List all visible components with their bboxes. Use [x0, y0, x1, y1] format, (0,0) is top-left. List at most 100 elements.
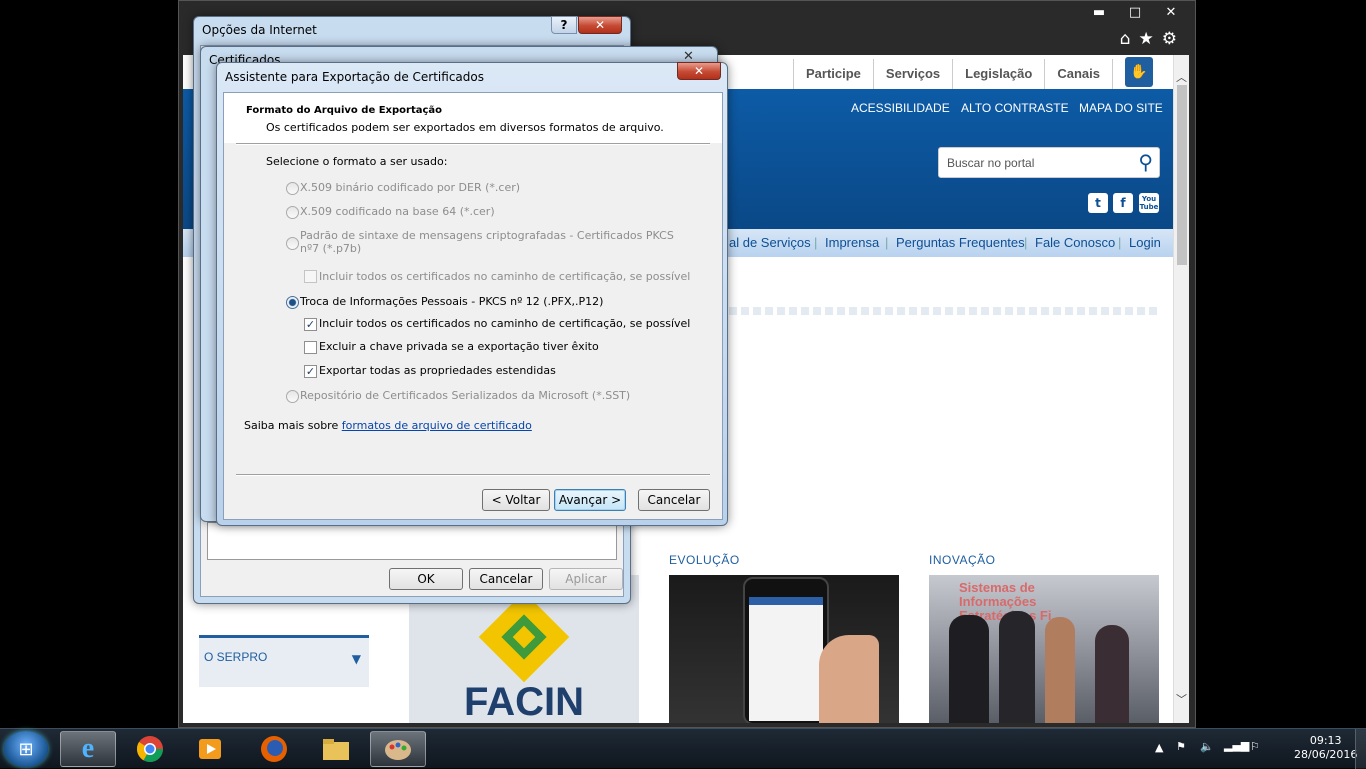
- help-button[interactable]: ?: [551, 16, 577, 34]
- checkbox-delete-private-key-label: Excluir a chave privada se a exportação …: [319, 340, 599, 353]
- carousel-indicator: [729, 307, 1159, 315]
- radio-base64[interactable]: [286, 206, 299, 219]
- checkbox-delete-private-key[interactable]: [304, 341, 317, 354]
- scroll-down-icon[interactable]: ﹀: [1176, 691, 1187, 707]
- close-button[interactable]: ✕: [578, 16, 622, 34]
- youtube-icon[interactable]: You Tube: [1139, 193, 1159, 213]
- home-icon[interactable]: ⌂: [1120, 29, 1131, 49]
- close-button[interactable]: ✕: [1153, 3, 1189, 21]
- wizard-header: [224, 93, 722, 143]
- top-nav: Participe Serviços Legislação Canais: [793, 59, 1113, 89]
- clock[interactable]: 09:13 28/06/2016: [1294, 734, 1357, 762]
- nav-participe[interactable]: Participe: [793, 59, 873, 89]
- checkbox-include-all-certs[interactable]: ✓: [304, 318, 317, 331]
- facebook-icon[interactable]: f: [1113, 193, 1133, 213]
- serpro-dropdown[interactable]: O SERPRO ▼: [199, 635, 369, 687]
- search-input[interactable]: Buscar no portal ⚲: [938, 147, 1160, 178]
- internet-explorer-icon[interactable]: e: [60, 731, 116, 767]
- person-1: [949, 615, 989, 723]
- radio-p7b-label: Padrão de sintaxe de mensagens criptogra…: [300, 229, 674, 242]
- media-player-icon[interactable]: [182, 731, 238, 767]
- learn-more-prefix: Saiba mais sobre: [244, 419, 342, 432]
- firefox-icon[interactable]: [246, 731, 302, 767]
- nav-legislacao[interactable]: Legislação: [952, 59, 1044, 89]
- learn-more-text: Saiba mais sobre formatos de arquivo de …: [244, 419, 532, 432]
- link-acessibilidade[interactable]: ACESSIBILIDADE: [851, 101, 950, 115]
- menu-login[interactable]: Login: [1129, 235, 1161, 250]
- radio-p7b-label-2: nº7 (*.p7b): [300, 242, 362, 255]
- settings-gear-icon[interactable]: ⚙: [1162, 29, 1177, 49]
- back-button[interactable]: < Voltar: [482, 489, 550, 511]
- paint-icon[interactable]: [370, 731, 426, 767]
- dialog-title: Opções da Internet: [202, 23, 317, 37]
- favorites-star-icon[interactable]: ★: [1139, 29, 1154, 49]
- network-warning-icon[interactable]: ⚐: [1250, 740, 1260, 753]
- export-wizard-dialog: Assistente para Exportação de Certificad…: [216, 62, 728, 526]
- radio-sst[interactable]: [286, 390, 299, 403]
- link-alto-contraste[interactable]: ALTO CONTRASTE: [961, 101, 1069, 115]
- radio-p7b[interactable]: [286, 237, 299, 250]
- start-button[interactable]: ⊞: [4, 731, 48, 767]
- person-4: [1095, 625, 1129, 723]
- network-signal-icon[interactable]: ▂▄▆: [1224, 739, 1249, 752]
- footer-divider: [236, 474, 710, 476]
- menu-carta-servicos[interactable]: al de Serviços: [729, 235, 811, 250]
- section-evolucao: EVOLUÇÃO: [669, 553, 740, 567]
- select-format-prompt: Selecione o formato a ser usado:: [266, 155, 448, 168]
- wizard-close-button[interactable]: ✕: [677, 62, 721, 80]
- radio-sst-label: Repositório de Certificados Serializados…: [300, 389, 631, 402]
- browser-tools: ⌂ ★ ⚙: [1120, 29, 1177, 49]
- checkbox-p7b-include-all-label: Incluir todos os certificados no caminho…: [319, 270, 691, 283]
- hand-image: [819, 635, 879, 723]
- menu-fale-conosco[interactable]: Fale Conosco: [1035, 235, 1115, 250]
- checkbox-p7b-include-all[interactable]: [304, 270, 317, 283]
- menu-perguntas-frequentes[interactable]: Perguntas Frequentes: [896, 235, 1025, 250]
- radio-pfx-label: Troca de Informações Pessoais - PKCS nº …: [300, 295, 604, 308]
- wizard-body: Formato do Arquivo de Exportação Os cert…: [223, 92, 723, 520]
- chrome-icon[interactable]: [122, 731, 178, 767]
- file-explorer-icon[interactable]: [308, 731, 364, 767]
- cancel-button[interactable]: Cancelar: [469, 568, 543, 590]
- section-inovacao: INOVAÇÃO: [929, 553, 996, 567]
- radio-der[interactable]: [286, 182, 299, 195]
- next-button[interactable]: Avançar >: [554, 489, 626, 511]
- twitter-icon[interactable]: t: [1088, 193, 1108, 213]
- maximize-button[interactable]: □: [1117, 3, 1153, 21]
- scroll-up-icon[interactable]: ︿: [1176, 69, 1187, 85]
- minimize-button[interactable]: ▬: [1081, 3, 1117, 21]
- person-3: [1045, 617, 1075, 723]
- phone-screen: [749, 597, 823, 721]
- radio-base64-label: X.509 codificado na base 64 (*.cer): [300, 205, 495, 218]
- apply-button[interactable]: Aplicar: [549, 568, 623, 590]
- show-hidden-icons[interactable]: ▲: [1155, 741, 1163, 754]
- checkbox-export-extended[interactable]: ✓: [304, 365, 317, 378]
- radio-der-label: X.509 binário codificado por DER (*.cer): [300, 181, 521, 194]
- show-desktop-button[interactable]: [1355, 729, 1366, 769]
- libras-icon[interactable]: ✋: [1125, 57, 1153, 87]
- menu-imprensa[interactable]: Imprensa: [825, 235, 879, 250]
- checkbox-export-extended-label: Exportar todas as propriedades estendida…: [319, 364, 556, 377]
- scroll-thumb[interactable]: [1177, 85, 1187, 265]
- volume-muted-icon[interactable]: 🔈: [1200, 740, 1214, 753]
- search-icon[interactable]: ⚲: [1138, 150, 1153, 175]
- person-2: [999, 611, 1035, 723]
- evolucao-card[interactable]: [669, 575, 899, 723]
- window-controls: ▬ □ ✕: [1081, 3, 1189, 23]
- wizard-title: Assistente para Exportação de Certificad…: [225, 70, 484, 84]
- search-placeholder: Buscar no portal: [947, 156, 1035, 170]
- phone-image: [743, 577, 829, 723]
- facin-text: FACIN: [464, 680, 584, 723]
- clock-date: 28/06/2016: [1294, 748, 1358, 761]
- learn-more-link[interactable]: formatos de arquivo de certificado: [342, 419, 532, 432]
- ok-button[interactable]: OK: [389, 568, 463, 590]
- page-scrollbar[interactable]: ︿ ﹀: [1173, 55, 1189, 723]
- radio-pfx[interactable]: [286, 296, 299, 309]
- cancel-button[interactable]: Cancelar: [638, 489, 710, 511]
- inovacao-card[interactable]: Sistemas de Informações Estratégicas Fi.…: [929, 575, 1159, 723]
- nav-servicos[interactable]: Serviços: [872, 59, 952, 89]
- link-mapa-do-site[interactable]: MAPA DO SITE: [1079, 101, 1163, 115]
- certificate-list-bottom: [207, 522, 617, 560]
- nav-canais[interactable]: Canais: [1044, 59, 1113, 89]
- serpro-label: O SERPRO: [204, 650, 268, 664]
- action-center-icon[interactable]: ⚑: [1176, 740, 1186, 753]
